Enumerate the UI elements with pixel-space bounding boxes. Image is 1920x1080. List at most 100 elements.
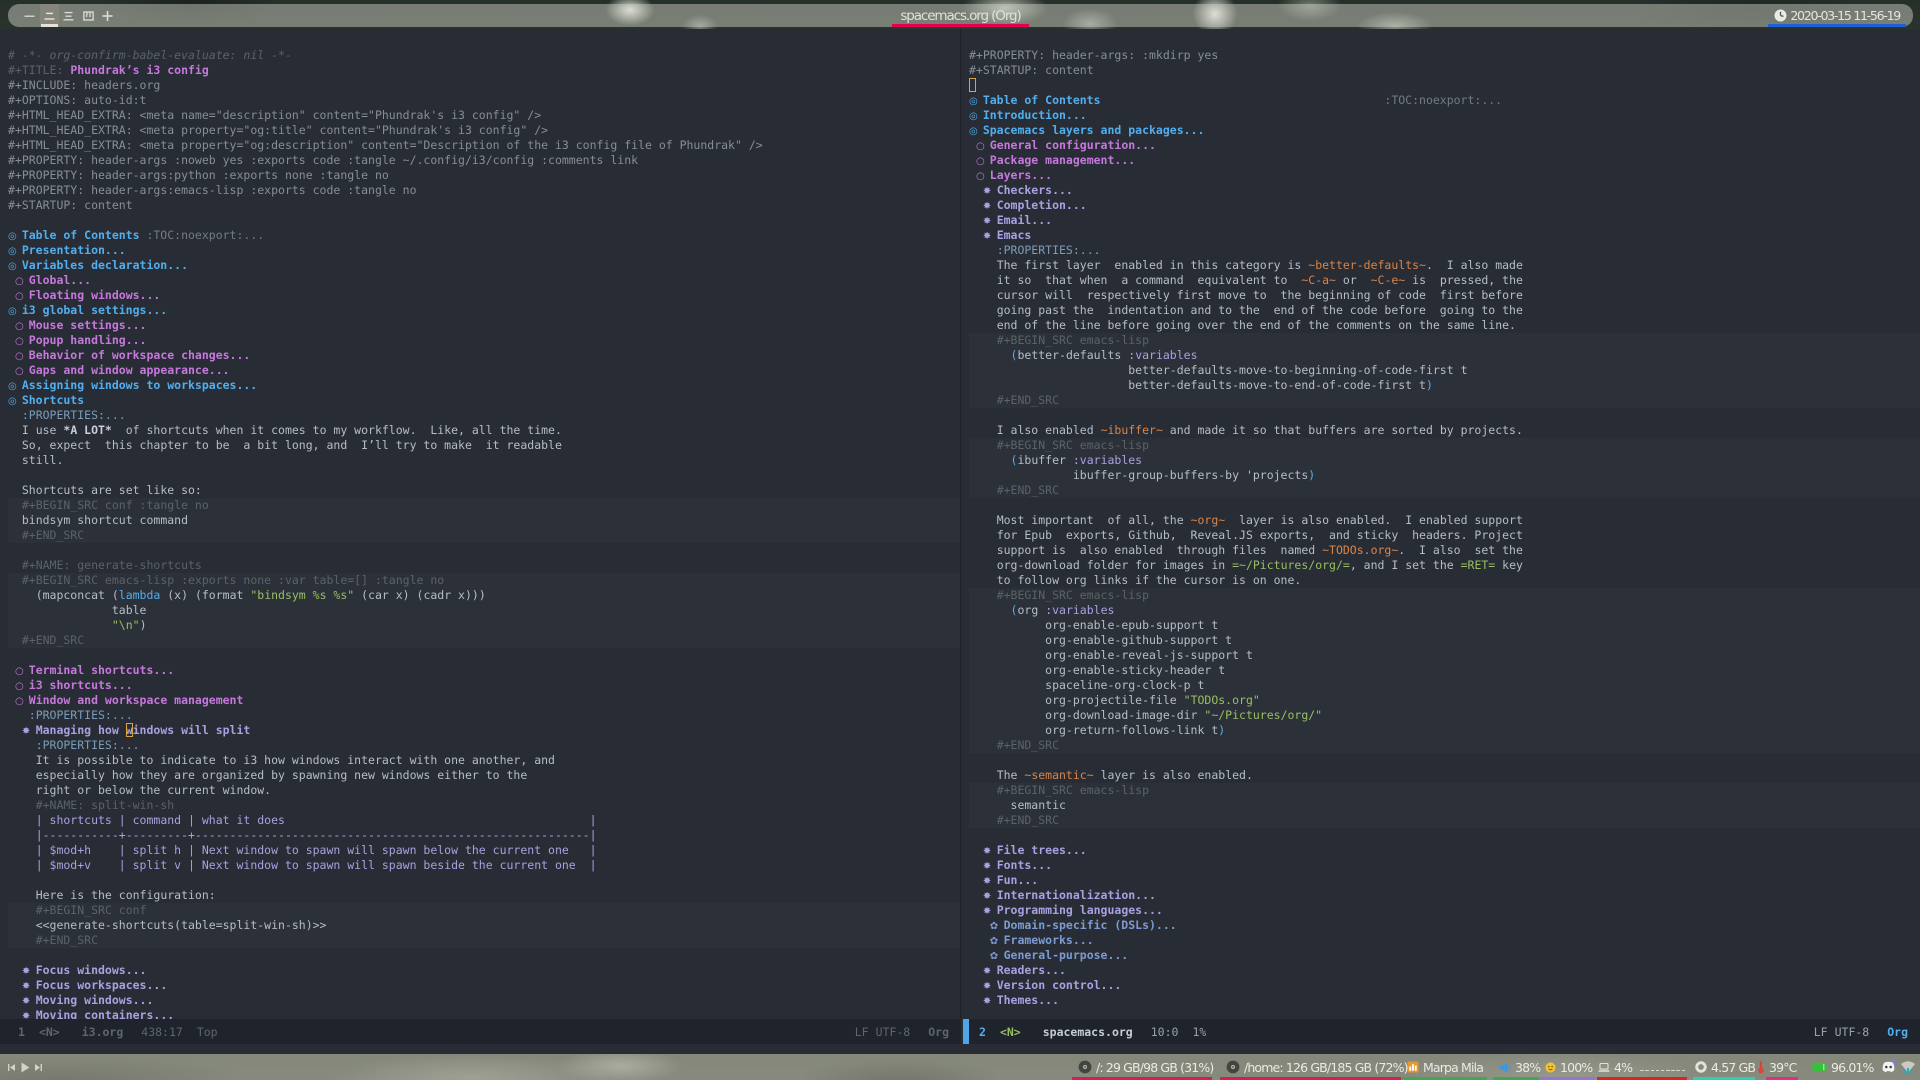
editor-line[interactable]: ◎ Spacemacs layers and packages...: [969, 123, 1920, 138]
editor-line[interactable]: The ~semantic~ layer is also enabled.: [969, 768, 1920, 783]
editor-line[interactable]: ○ Popup handling...: [8, 333, 961, 348]
editor-line[interactable]: org-enable-github-support t: [969, 633, 1920, 648]
editor-line[interactable]: #+NAME: split-win-sh: [8, 798, 961, 813]
editor-line[interactable]: | $mod+h | split h | Next window to spaw…: [8, 843, 961, 858]
editor-line[interactable]: ◎ i3 global settings...: [8, 303, 961, 318]
editor-line[interactable]: (better-defaults :variables: [969, 348, 1920, 363]
editor-line[interactable]: better-defaults-move-to-beginning-of-cod…: [969, 363, 1920, 378]
status-module-volume[interactable]: 38%: [1493, 1054, 1545, 1080]
editor-line[interactable]: ✸ Moving containers...: [8, 1008, 961, 1019]
editor-line[interactable]: #+HTML_HEAD_EXTRA: <meta property="og:ti…: [8, 123, 961, 138]
editor-line[interactable]: ◎ Variables declaration...: [8, 258, 961, 273]
editor-line[interactable]: Most important of all, the ~org~ layer i…: [969, 513, 1920, 528]
editor-line[interactable]: # -*- org-confirm-babel-evaluate: nil -*…: [8, 48, 961, 63]
editor-line[interactable]: #+PROPERTY: header-args :noweb yes :expo…: [8, 153, 961, 168]
status-module-cpu[interactable]: 4%: [1597, 1054, 1688, 1080]
editor-line[interactable]: #+END_SRC: [8, 933, 961, 948]
editor-line[interactable]: ✸ Emacs: [969, 228, 1920, 243]
editor-line[interactable]: right or below the current window.: [8, 783, 961, 798]
editor-line[interactable]: ○ Mouse settings...: [8, 318, 961, 333]
editor-line[interactable]: [969, 828, 1920, 843]
editor-line[interactable]: ibuffer-group-buffers-by 'projects): [969, 468, 1920, 483]
editor-line[interactable]: ○ Floating windows...: [8, 288, 961, 303]
editor-line[interactable]: table: [8, 603, 961, 618]
editor-line[interactable]: ○ Window and workspace management: [8, 693, 961, 708]
editor-line[interactable]: org-projectile-file "TODOs.org": [969, 693, 1920, 708]
editor-line[interactable]: ◎ Presentation...: [8, 243, 961, 258]
editor-window-i3-org[interactable]: # -*- org-confirm-babel-evaluate: nil -*…: [0, 29, 961, 1019]
editor-line[interactable]: org-enable-epub-support t: [969, 618, 1920, 633]
play-button[interactable]: [20, 1062, 30, 1073]
status-module-chart[interactable]: Marpa Mila: [1401, 1054, 1488, 1080]
editor-line[interactable]: ◎ Shortcuts: [8, 393, 961, 408]
editor-line[interactable]: :PROPERTIES:...: [8, 738, 961, 753]
editor-line[interactable]: better-defaults-move-to-end-of-code-firs…: [969, 378, 1920, 393]
editor-line[interactable]: ✸ Focus windows...: [8, 963, 961, 978]
editor-line[interactable]: #+BEGIN_SRC emacs-lisp :exports none :va…: [8, 573, 961, 588]
editor-line[interactable]: "\n"): [8, 618, 961, 633]
left-editor-text[interactable]: # -*- org-confirm-babel-evaluate: nil -*…: [8, 48, 961, 1019]
status-module-temperature[interactable]: 39°C: [1757, 1054, 1799, 1080]
editor-line[interactable]: ✿ Frameworks...: [969, 933, 1920, 948]
editor-line[interactable]: (mapconcat (lambda (x) (format "bindsym …: [8, 588, 961, 603]
editor-line[interactable]: [8, 468, 961, 483]
editor-line[interactable]: ✸ Programming languages...: [969, 903, 1920, 918]
editor-line[interactable]: #+BEGIN_SRC emacs-lisp: [969, 333, 1920, 348]
editor-line[interactable]: :PROPERTIES:...: [8, 408, 961, 423]
right-editor-text[interactable]: #+PROPERTY: header-args: :mkdirp yes #+ST…: [969, 48, 1920, 1008]
editor-line[interactable]: ◎ Assigning windows to workspaces...: [8, 378, 961, 393]
editor-line[interactable]: So, expect this chapter to be a bit long…: [8, 438, 961, 453]
editor-line[interactable]: semantic: [969, 798, 1920, 813]
editor-line[interactable]: :PROPERTIES:...: [8, 708, 961, 723]
editor-line[interactable]: The first layer enabled in this category…: [969, 258, 1920, 273]
editor-line[interactable]: [8, 648, 961, 663]
editor-line[interactable]: [969, 498, 1920, 513]
editor-line[interactable]: ○ Layers...: [969, 168, 1920, 183]
editor-line[interactable]: #+PROPERTY: header-args: :mkdirp yes: [969, 48, 1920, 63]
editor-line[interactable]: still.: [8, 453, 961, 468]
editor-line[interactable]: (org :variables: [969, 603, 1920, 618]
editor-line[interactable]: #+END_SRC: [8, 633, 961, 648]
editor-line[interactable]: ✸ Themes...: [969, 993, 1920, 1008]
editor-line[interactable]: #+HTML_HEAD_EXTRA: <meta property="og:de…: [8, 138, 961, 153]
editor-line[interactable]: org-download-image-dir "~/Pictures/org/": [969, 708, 1920, 723]
editor-line[interactable]: #+BEGIN_SRC conf :tangle no: [8, 498, 961, 513]
editor-line[interactable]: (ibuffer :variables: [969, 453, 1920, 468]
editor-line[interactable]: ○ Package management...: [969, 153, 1920, 168]
editor-line[interactable]: [969, 408, 1920, 423]
editor-line[interactable]: ✸ Completion...: [969, 198, 1920, 213]
editor-line[interactable]: org-return-follows-link t): [969, 723, 1920, 738]
editor-line[interactable]: ○ Behavior of workspace changes...: [8, 348, 961, 363]
editor-line[interactable]: [8, 873, 961, 888]
editor-line[interactable]: #+HTML_HEAD_EXTRA: <meta name="descripti…: [8, 108, 961, 123]
editor-line[interactable]: org-enable-sticky-header t: [969, 663, 1920, 678]
editor-line[interactable]: ◎ Table of Contents :TOC:noexport:...: [969, 93, 1920, 108]
editor-line[interactable]: It is possible to indicate to i3 how win…: [8, 753, 961, 768]
editor-line[interactable]: it so that when a command equivalent to …: [969, 273, 1920, 288]
editor-line[interactable]: #+END_SRC: [969, 813, 1920, 828]
editor-line[interactable]: ✸ Readers...: [969, 963, 1920, 978]
editor-line[interactable]: ✿ Domain-specific (DSLs)...: [969, 918, 1920, 933]
editor-line[interactable]: <<generate-shortcuts(table=split-win-sh)…: [8, 918, 961, 933]
editor-line[interactable]: #+END_SRC: [8, 528, 961, 543]
editor-line[interactable]: ◎ Table of Contents :TOC:noexport:...: [8, 228, 961, 243]
editor-line[interactable]: #+BEGIN_SRC emacs-lisp: [969, 438, 1920, 453]
editor-line[interactable]: ◎ Introduction...: [969, 108, 1920, 123]
editor-line[interactable]: #+END_SRC: [969, 483, 1920, 498]
editor-line[interactable]: ✿ General-purpose...: [969, 948, 1920, 963]
status-module-brightness[interactable]: 100%: [1539, 1054, 1597, 1080]
next-track-button[interactable]: [34, 1063, 43, 1072]
editor-line[interactable]: [969, 753, 1920, 768]
editor-line[interactable]: ○ Terminal shortcuts...: [8, 663, 961, 678]
editor-line[interactable]: ✸ Moving windows...: [8, 993, 961, 1008]
editor-line[interactable]: ✸ Internationalization...: [969, 888, 1920, 903]
status-module-memory[interactable]: 4.57 GB: [1693, 1054, 1756, 1080]
editor-line[interactable]: I also enabled ~ibuffer~ and made it so …: [969, 423, 1920, 438]
editor-line[interactable]: ✸ Managing how windows will split: [8, 723, 961, 738]
editor-line[interactable]: for Epub exports, Github, Reveal.JS expo…: [969, 528, 1920, 543]
editor-line[interactable]: #+BEGIN_SRC emacs-lisp: [969, 588, 1920, 603]
editor-line[interactable]: ✸ Fonts...: [969, 858, 1920, 873]
editor-line[interactable]: #+END_SRC: [969, 738, 1920, 753]
editor-line[interactable]: bindsym shortcut command: [8, 513, 961, 528]
editor-line[interactable]: ✸ Email...: [969, 213, 1920, 228]
